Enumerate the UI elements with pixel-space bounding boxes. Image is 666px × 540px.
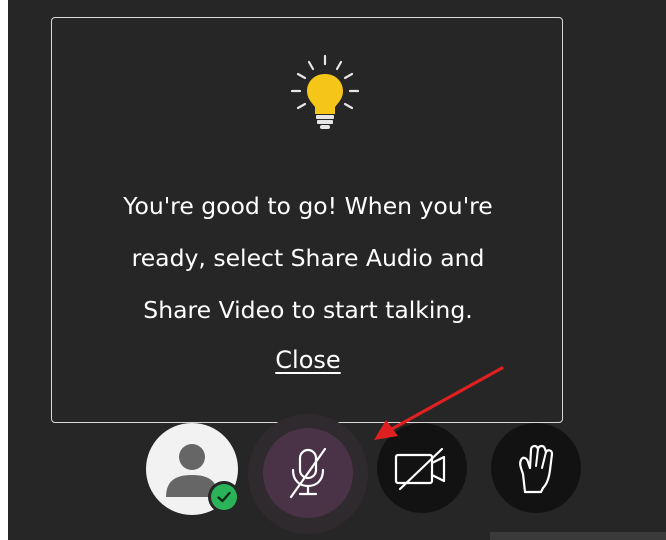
raise-hand-icon — [519, 444, 554, 494]
camera-off-icon — [394, 447, 446, 491]
message-line-3: Share Video to start talking. — [143, 296, 473, 324]
red-arrow-icon — [374, 366, 504, 440]
status-badge — [208, 481, 240, 513]
message-line-2: ready, select Share Audio and — [131, 244, 485, 272]
bottom-bar — [490, 532, 666, 540]
my-status-control — [146, 423, 241, 518]
page-edge — [0, 530, 8, 540]
close-link[interactable]: Close — [275, 346, 340, 374]
share-audio-button[interactable] — [263, 428, 353, 518]
microphone-muted-icon — [289, 447, 327, 499]
tooltip-message: You're good to go! When you're ready, se… — [52, 180, 564, 336]
lightbulb-icon — [290, 54, 360, 129]
message-line-1: You're good to go! When you're — [123, 192, 493, 220]
checkmark-icon — [217, 491, 231, 503]
